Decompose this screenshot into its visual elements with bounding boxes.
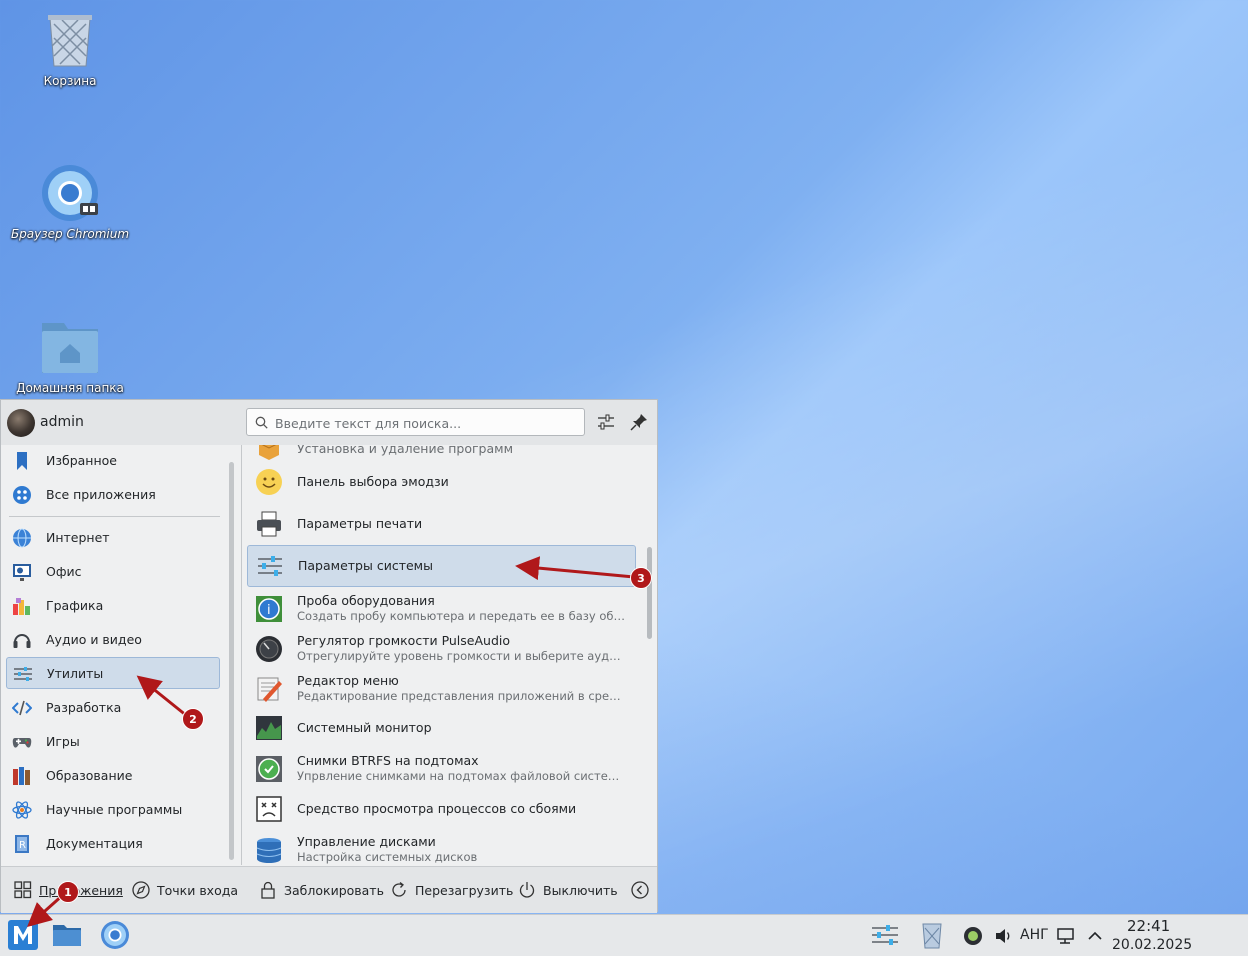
annotation-badge-2: 2 [182,708,204,730]
annotation-badge-3: 3 [630,567,652,589]
annotation-arrows [27,556,635,927]
annotation-badge-1: 1 [57,881,79,903]
